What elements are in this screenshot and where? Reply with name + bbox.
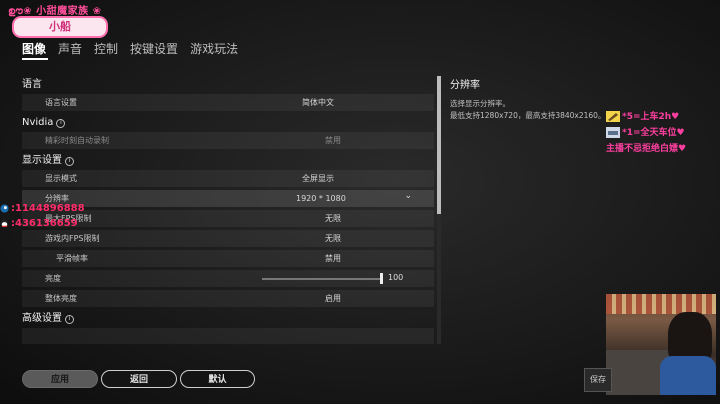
row-value: 无限 <box>325 234 341 243</box>
row-value: 禁用 <box>325 254 341 263</box>
stream-badge-name: 小船 <box>12 16 108 38</box>
section-title: 显示设置 <box>22 155 62 166</box>
row-label: 语言设置 <box>45 98 77 107</box>
description-text: 选择显示分辨率。 最低支持1280x720，最高支持3840x2160。 <box>450 98 610 122</box>
stream-badge-title: ഊ❀ 小甜魔家族 ❀ <box>8 6 102 17</box>
row-value: 启用 <box>325 294 341 303</box>
overlay-note-1: *5=上车2h♥ <box>622 112 680 122</box>
back-button[interactable]: 返回 <box>101 370 177 388</box>
row-value: 禁用 <box>325 136 341 145</box>
stream-badge: ഊ❀ 小甜魔家族 ❀ 小船 <box>2 0 114 38</box>
row-label: 游戏内FPS限制 <box>45 234 100 243</box>
section-title: Nvidia <box>22 117 54 128</box>
overlay-note-3: 主播不忌拒绝白嫖♥ <box>606 144 687 154</box>
row-value: 全屏显示 <box>302 174 334 183</box>
row-highlights[interactable]: 精彩时刻自动录制 禁用 <box>22 132 434 149</box>
brightness-slider-track[interactable] <box>262 278 382 280</box>
tab-keybinds[interactable]: 按键设置 <box>130 40 178 61</box>
info-icon[interactable]: i <box>56 118 66 128</box>
stream-overlay-notes: *5=上车2h♥ *1=全天车位♥ 主播不忌拒绝白嫖♥ <box>606 109 686 157</box>
row-value: 无限 <box>325 214 341 223</box>
description-title: 分辨率 <box>450 80 480 91</box>
row-ingame-fps[interactable]: 游戏内FPS限制 无限 <box>22 230 434 247</box>
section-title: 高级设置 <box>22 313 62 324</box>
row-overall-brightness[interactable]: 整体亮度 启用 <box>22 290 434 307</box>
save-button[interactable]: 保存 <box>584 368 612 392</box>
default-button[interactable]: 默认 <box>180 370 255 388</box>
settings-tabs: 图像 声音 控制 按键设置 游戏玩法 <box>22 40 250 61</box>
row-label: 平滑帧率 <box>56 254 88 263</box>
section-advanced: 高级设置 i <box>22 310 434 328</box>
section-nvidia: Nvidia i <box>22 114 434 132</box>
overlay-id-2: :436136659 <box>11 218 78 229</box>
row-label: 精彩时刻自动录制 <box>45 136 109 145</box>
row-advanced-partial[interactable] <box>22 328 434 344</box>
qq-icon <box>0 219 9 228</box>
tab-control[interactable]: 控制 <box>94 40 118 61</box>
row-smooth-fps[interactable]: 平滑帧率 禁用 <box>22 250 434 267</box>
description-line: 选择显示分辨率。 <box>450 99 510 108</box>
row-label: 亮度 <box>45 274 61 283</box>
row-value: 1920 * 1080 <box>296 194 346 203</box>
chevron-down-icon[interactable]: ⌄ <box>404 191 412 201</box>
info-icon[interactable]: i <box>65 314 74 324</box>
brightness-value: 100 <box>388 273 404 282</box>
tab-sound[interactable]: 声音 <box>58 40 82 61</box>
pencil-icon <box>606 111 620 122</box>
settings-scrollbar-thumb[interactable] <box>437 76 441 214</box>
brightness-slider-handle[interactable] <box>380 273 383 284</box>
info-icon[interactable]: i <box>65 156 74 166</box>
apply-button[interactable]: 应用 <box>22 370 98 388</box>
row-display-mode[interactable]: 显示模式 全屏显示 <box>22 170 434 187</box>
row-label: 显示模式 <box>45 174 77 183</box>
stream-overlay-ids: :1144896888 :436136659 <box>0 201 85 231</box>
row-language-setting[interactable]: 语言设置 简体中文 <box>22 94 434 111</box>
tab-gameplay[interactable]: 游戏玩法 <box>190 40 238 61</box>
car-icon <box>606 127 620 138</box>
row-value: 简体中文 <box>302 98 334 107</box>
section-title: 语言 <box>22 79 42 90</box>
section-display: 显示设置 i <box>22 152 434 170</box>
overlay-id-1: :1144896888 <box>11 203 85 214</box>
section-language: 语言 <box>22 76 434 94</box>
row-label: 整体亮度 <box>45 294 77 303</box>
active-tab-indicator <box>22 58 48 60</box>
steam-icon <box>0 204 9 213</box>
description-line: 最低支持1280x720，最高支持3840x2160。 <box>450 111 606 120</box>
overlay-note-2: *1=全天车位♥ <box>622 128 685 138</box>
row-brightness[interactable]: 亮度 100 <box>22 270 434 287</box>
webcam-feed <box>606 294 716 395</box>
